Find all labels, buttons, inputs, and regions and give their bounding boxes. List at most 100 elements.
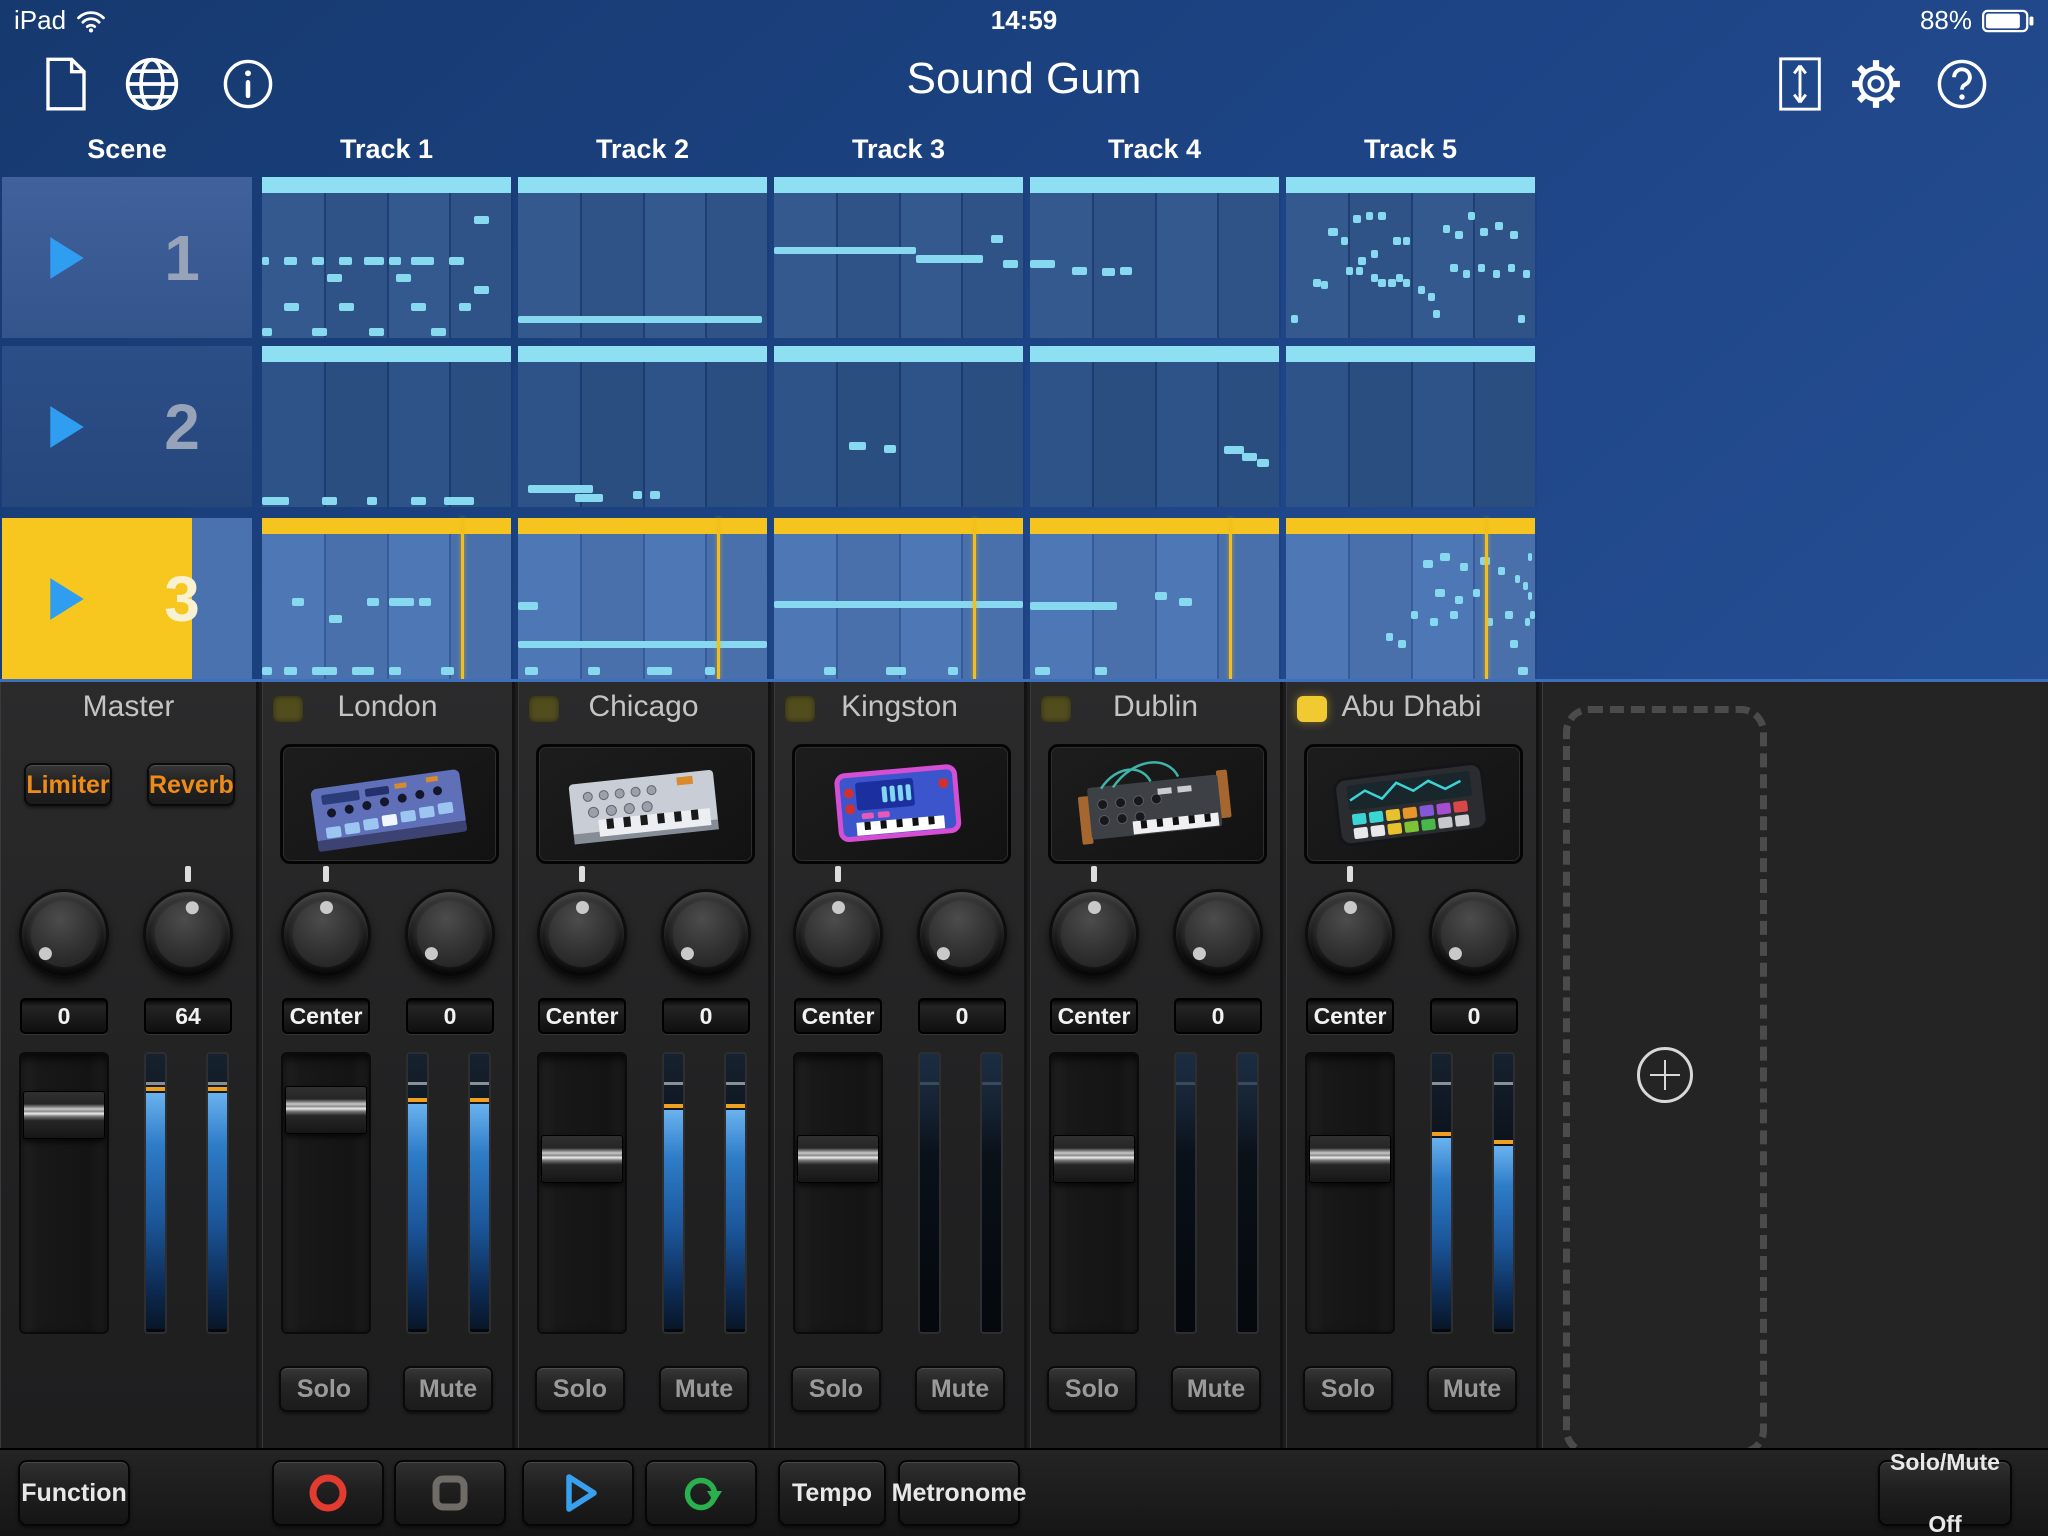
gadget-image-button[interactable] [1304, 744, 1523, 864]
help-icon[interactable] [1934, 56, 1990, 112]
solo-mute-off-button[interactable]: Solo/Mute Off [1878, 1460, 2012, 1526]
loop-button[interactable] [645, 1460, 757, 1526]
clip-body [1286, 193, 1535, 338]
clip-scene2-track1[interactable] [262, 346, 511, 507]
pan-knob[interactable] [281, 889, 371, 979]
knob-default-tick [835, 866, 841, 882]
record-button[interactable] [272, 1460, 384, 1526]
volume-fader[interactable] [281, 1052, 371, 1334]
send-knob[interactable] [661, 889, 751, 979]
clip-note [1430, 618, 1437, 626]
clip-scene1-track4[interactable] [1030, 177, 1279, 338]
fader-handle[interactable] [1309, 1135, 1391, 1183]
add-track-slot[interactable] [1563, 706, 1767, 1456]
clip-scene2-track3[interactable] [774, 346, 1023, 507]
solo-button[interactable]: Solo [791, 1366, 881, 1412]
pan-knob[interactable] [1049, 889, 1139, 979]
clip-scene1-track2[interactable] [518, 177, 767, 338]
clip-note [633, 491, 643, 499]
clip-body [1030, 362, 1279, 507]
fader-handle[interactable] [23, 1091, 105, 1139]
clip-scene2-track2[interactable] [518, 346, 767, 507]
mute-button[interactable]: Mute [1427, 1366, 1517, 1412]
clip-scene1-track5[interactable] [1286, 177, 1535, 338]
volume-fader[interactable] [793, 1052, 883, 1334]
clip-note [1291, 315, 1298, 323]
battery-percent: 88% [1920, 5, 1972, 36]
fader-handle[interactable] [797, 1135, 879, 1183]
send-knob[interactable] [405, 889, 495, 979]
clip-note [262, 497, 289, 505]
clip-body [774, 534, 1023, 679]
send-knob[interactable] [1173, 889, 1263, 979]
clip-scene3-track5[interactable] [1286, 518, 1535, 679]
clip-scene2-track5[interactable] [1286, 346, 1535, 507]
mute-button[interactable]: Mute [915, 1366, 1005, 1412]
clip-scene3-track2[interactable] [518, 518, 767, 679]
mute-button[interactable]: Mute [659, 1366, 749, 1412]
clip-note [1371, 250, 1378, 258]
clip-note [352, 667, 374, 675]
clip-scene3-track3[interactable] [774, 518, 1023, 679]
resize-vertical-icon[interactable] [1772, 56, 1828, 112]
scene-1-cell[interactable]: 1 [2, 177, 252, 338]
clip-scene3-track1[interactable] [262, 518, 511, 679]
empty-track-area [1542, 682, 2048, 1448]
clip-note [389, 257, 401, 265]
clip-scene2-track4[interactable] [1030, 346, 1279, 507]
add-track-plus-icon[interactable] [1637, 1047, 1693, 1103]
solo-button[interactable]: Solo [535, 1366, 625, 1412]
mute-button[interactable]: Mute [1171, 1366, 1261, 1412]
fader-handle[interactable] [541, 1135, 623, 1183]
volume-fader[interactable] [537, 1052, 627, 1334]
scene-3-cell[interactable]: 3 [2, 518, 252, 679]
limiter-button[interactable]: Limiter [24, 763, 112, 806]
gadget-image-button[interactable] [792, 744, 1011, 864]
clip-note [916, 255, 983, 263]
gadget-artwork [795, 747, 1008, 861]
fader-handle[interactable] [285, 1086, 367, 1134]
clip-note [774, 601, 1023, 608]
gadget-image-button[interactable] [536, 744, 755, 864]
clip-scene3-track4[interactable] [1030, 518, 1279, 679]
metronome-button[interactable]: Metronome [898, 1460, 1020, 1526]
clip-note [1366, 212, 1373, 220]
clip-note [262, 667, 272, 675]
scene-1-play-icon[interactable] [48, 235, 86, 281]
clip-note [1358, 257, 1365, 265]
scene-number: 1 [142, 177, 222, 338]
volume-fader[interactable] [19, 1052, 109, 1334]
gadget-image-button[interactable] [1048, 744, 1267, 864]
pan-knob[interactable] [1305, 889, 1395, 979]
scene-2-cell[interactable]: 2 [2, 346, 252, 507]
pan-knob[interactable] [793, 889, 883, 979]
fader-handle[interactable] [1053, 1135, 1135, 1183]
function-button[interactable]: Function [18, 1460, 130, 1526]
settings-gear-icon[interactable] [1848, 56, 1904, 112]
solo-button[interactable]: Solo [1047, 1366, 1137, 1412]
send-knob[interactable] [917, 889, 1007, 979]
clip-body [1030, 193, 1279, 338]
send-knob[interactable] [143, 889, 233, 979]
pan-knob[interactable] [537, 889, 627, 979]
volume-fader[interactable] [1305, 1052, 1395, 1334]
clip-note [1493, 270, 1500, 278]
clip-note [1179, 598, 1191, 606]
clip-scene1-track3[interactable] [774, 177, 1023, 338]
mute-button[interactable]: Mute [403, 1366, 493, 1412]
tempo-button[interactable]: Tempo [778, 1460, 886, 1526]
pan-knob[interactable] [19, 889, 109, 979]
solo-button[interactable]: Solo [1303, 1366, 1393, 1412]
gadget-image-button[interactable] [280, 744, 499, 864]
volume-fader[interactable] [1049, 1052, 1139, 1334]
scene-2-play-icon[interactable] [48, 404, 86, 450]
clip-note [1428, 293, 1435, 301]
gadget-artwork [1051, 747, 1264, 861]
scene-3-play-icon[interactable] [48, 576, 86, 622]
stop-button[interactable] [394, 1460, 506, 1526]
reverb-button[interactable]: Reverb [147, 763, 235, 806]
send-knob[interactable] [1429, 889, 1519, 979]
play-button[interactable] [522, 1460, 634, 1526]
clip-scene1-track1[interactable] [262, 177, 511, 338]
solo-button[interactable]: Solo [279, 1366, 369, 1412]
